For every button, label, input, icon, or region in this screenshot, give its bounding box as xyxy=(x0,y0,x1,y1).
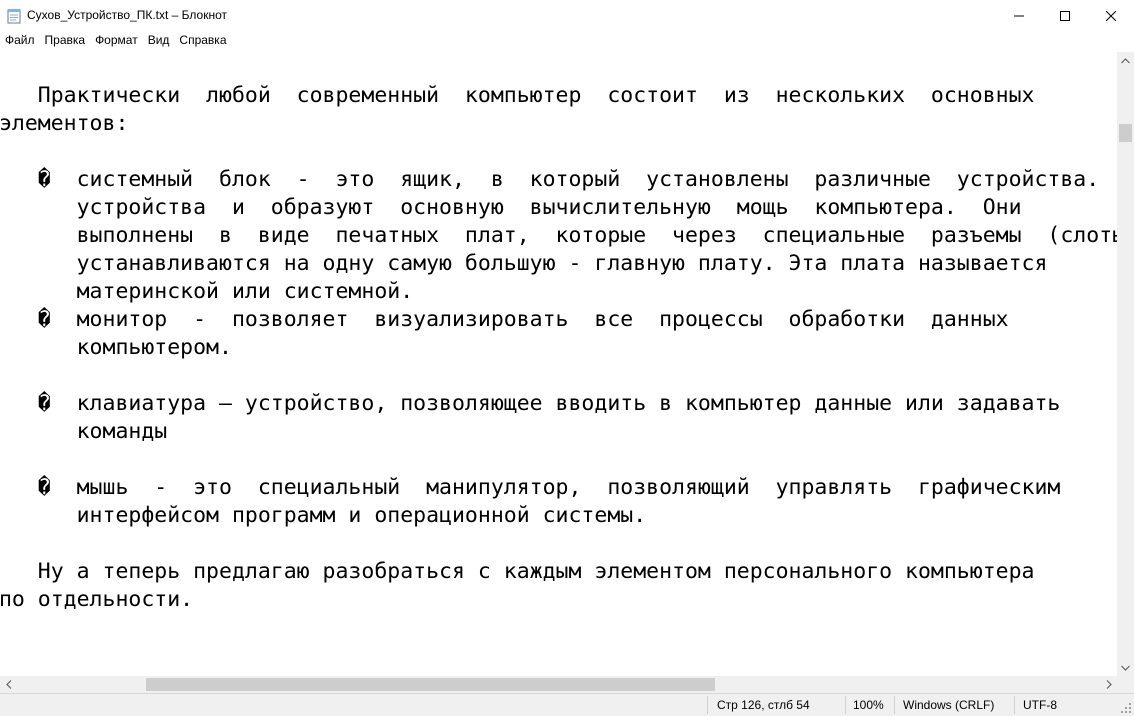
menu-edit[interactable]: Правка xyxy=(40,31,91,50)
text-line[interactable]: � монитор - позволяет визуализировать вс… xyxy=(0,306,1117,334)
close-button[interactable] xyxy=(1088,0,1134,31)
window-title: Сухов_Устройство_ПК.txt – Блокнот xyxy=(27,8,227,22)
status-bar: Стр 126, стлб 54 100% Windows (CRLF) UTF… xyxy=(0,693,1134,716)
text-line[interactable]: элементов: xyxy=(0,110,1117,138)
text-line[interactable] xyxy=(0,138,1117,166)
status-separator xyxy=(1014,696,1015,714)
text-line[interactable]: устанавливаются на одну самую большую - … xyxy=(0,250,1117,278)
status-separator xyxy=(845,696,846,714)
menu-view[interactable]: Вид xyxy=(143,31,175,50)
menu-file[interactable]: Файл xyxy=(0,31,40,50)
chevron-down-icon xyxy=(1121,665,1130,671)
status-encoding: UTF-8 xyxy=(1023,698,1057,712)
maximize-icon xyxy=(1060,10,1070,21)
vertical-scroll-thumb[interactable] xyxy=(1119,124,1132,142)
status-cursor-position: Стр 126, стлб 54 xyxy=(717,698,810,712)
status-separator xyxy=(894,696,895,714)
status-separator xyxy=(707,696,708,714)
text-line[interactable] xyxy=(0,362,1117,390)
text-line[interactable] xyxy=(0,530,1117,558)
resize-grip-icon[interactable] xyxy=(1120,702,1132,714)
minimize-button[interactable] xyxy=(996,0,1042,31)
text-editor[interactable]: Практически любой современный компьютер … xyxy=(0,52,1117,676)
editor-content[interactable]: Практически любой современный компьютер … xyxy=(0,82,1117,614)
notepad-icon xyxy=(7,8,21,24)
scrollbar-corner xyxy=(1117,676,1134,693)
menu-bar: Файл Правка Формат Вид Справка xyxy=(0,31,1134,50)
status-line-ending: Windows (CRLF) xyxy=(903,698,995,712)
text-line[interactable]: устройства и образуют основную вычислите… xyxy=(0,194,1117,222)
text-line[interactable]: Ну а теперь предлагаю разобраться с кажд… xyxy=(0,558,1117,586)
text-line[interactable]: интерфейсом программ и операционной сист… xyxy=(0,502,1117,530)
scroll-left-button[interactable] xyxy=(0,676,17,693)
text-line[interactable]: по отдельности. xyxy=(0,586,1117,614)
chevron-left-icon xyxy=(5,680,11,689)
chevron-up-icon xyxy=(1121,57,1130,63)
menu-help[interactable]: Справка xyxy=(174,31,231,50)
title-bar[interactable]: Сухов_Устройство_ПК.txt – Блокнот xyxy=(0,0,1134,31)
text-line[interactable]: � клавиатура – устройство, позволяющее в… xyxy=(0,390,1117,418)
minimize-icon xyxy=(1014,15,1024,16)
close-icon xyxy=(1106,10,1116,21)
scroll-right-button[interactable] xyxy=(1100,676,1117,693)
horizontal-scrollbar[interactable] xyxy=(0,676,1117,693)
maximize-button[interactable] xyxy=(1042,0,1088,31)
text-line[interactable]: команды xyxy=(0,418,1117,446)
text-line[interactable]: материнской или системной. xyxy=(0,278,1117,306)
chevron-right-icon xyxy=(1106,680,1112,689)
text-line[interactable]: компьютером. xyxy=(0,334,1117,362)
text-line[interactable] xyxy=(0,446,1117,474)
menu-format[interactable]: Формат xyxy=(90,31,143,50)
text-line[interactable]: � системный блок - это ящик, в который у… xyxy=(0,166,1117,194)
scroll-down-button[interactable] xyxy=(1117,659,1134,676)
text-line[interactable]: выполнены в виде печатных плат, которые … xyxy=(0,222,1117,250)
horizontal-scroll-thumb[interactable] xyxy=(146,678,715,691)
text-line[interactable]: � мышь - это специальный манипулятор, по… xyxy=(0,474,1117,502)
scroll-up-button[interactable] xyxy=(1117,52,1134,69)
vertical-scrollbar[interactable] xyxy=(1117,52,1134,676)
status-zoom: 100% xyxy=(853,698,884,712)
text-line[interactable]: Практически любой современный компьютер … xyxy=(0,82,1117,110)
